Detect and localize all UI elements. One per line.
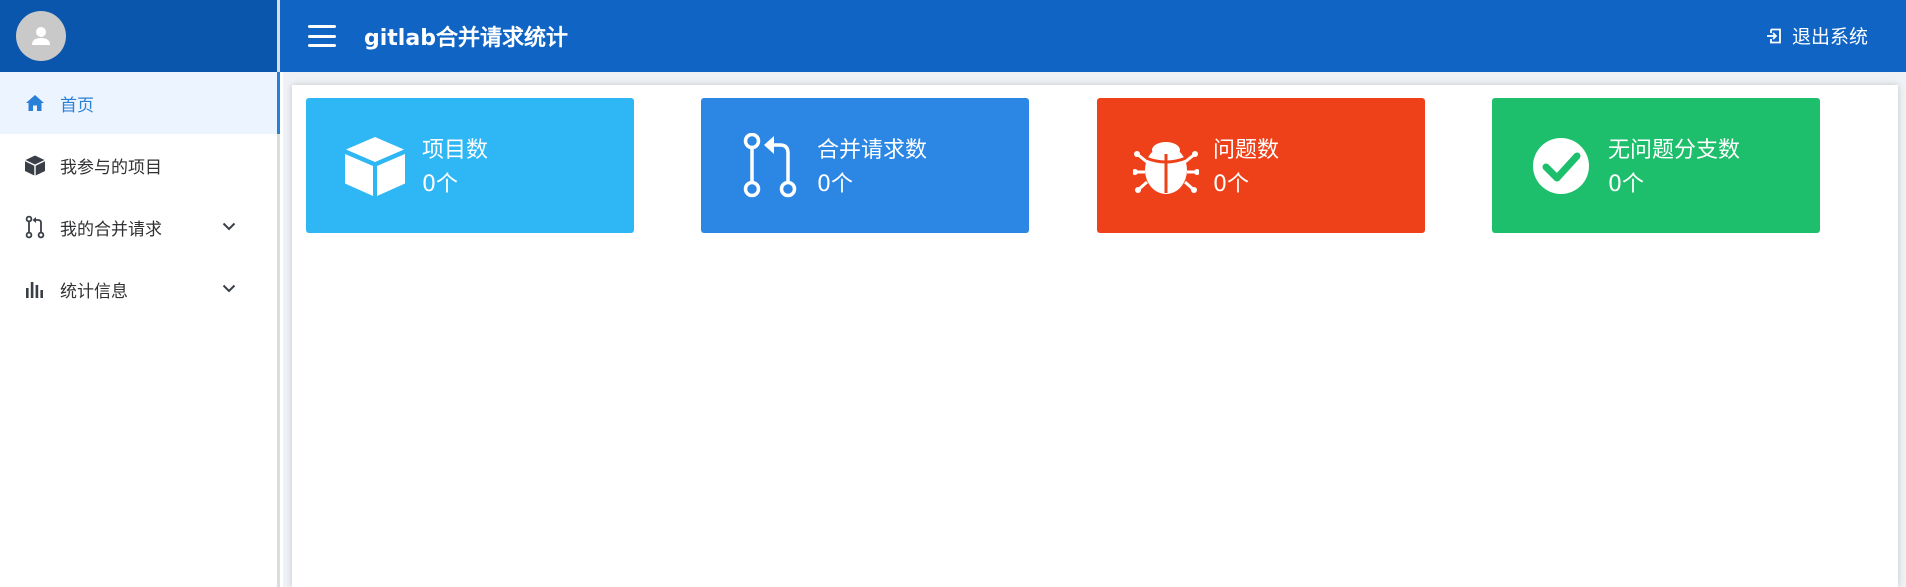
- stat-card-projects[interactable]: 项目数 0个: [306, 98, 634, 233]
- chevron-down-icon[interactable]: [221, 218, 237, 234]
- card-value: 0个: [817, 172, 853, 197]
- sidebar-item-label: 统计信息: [60, 281, 128, 302]
- merge-request-icon: [24, 215, 46, 239]
- logout-icon: [1766, 28, 1781, 43]
- chevron-down-icon[interactable]: [221, 280, 237, 296]
- bar-chart-icon: [24, 278, 46, 300]
- card-value: 0个: [1213, 172, 1249, 197]
- card-label: 问题数: [1213, 138, 1280, 163]
- top-header: gitlab合并请求统计 退出系统: [280, 0, 1906, 72]
- user-icon: [32, 27, 50, 45]
- bug-icon: [1131, 131, 1201, 201]
- card-value: 0个: [1608, 172, 1644, 197]
- stat-card-issues[interactable]: 问题数 0个: [1097, 98, 1425, 233]
- sidebar-item-statistics[interactable]: 统计信息: [0, 258, 277, 320]
- cube-icon: [24, 154, 46, 176]
- stat-card-merge-requests[interactable]: 合并请求数 0个: [701, 98, 1029, 233]
- sidebar-item-my-merge-requests[interactable]: 我的合并请求: [0, 196, 277, 258]
- main-content: 项目数 0个 合并请求数 0个 问题数 0个 无问题分支数 0个: [292, 85, 1898, 587]
- card-label: 合并请求数: [817, 138, 928, 163]
- sidebar-item-label: 首页: [60, 95, 94, 116]
- logout-label: 退出系统: [1791, 26, 1868, 48]
- card-value: 0个: [422, 172, 458, 197]
- sidebar: 首页 我参与的项目 我的合并请求 统计信息: [0, 0, 280, 587]
- sidebar-item-label: 我的合并请求: [60, 219, 162, 240]
- logout-button[interactable]: 退出系统: [1766, 22, 1868, 49]
- app-title: gitlab合并请求统计: [364, 26, 568, 51]
- cube-icon: [340, 131, 410, 201]
- check-circle-icon: [1526, 131, 1596, 201]
- sidebar-item-home[interactable]: 首页: [0, 72, 280, 134]
- sidebar-item-label: 我参与的项目: [60, 157, 162, 178]
- merge-request-icon: [735, 131, 805, 201]
- menu-toggle-icon[interactable]: [308, 25, 336, 47]
- stat-card-clean-branches[interactable]: 无问题分支数 0个: [1492, 98, 1820, 233]
- sidebar-header: [0, 0, 277, 72]
- home-icon: [24, 92, 46, 114]
- card-label: 无问题分支数: [1608, 138, 1741, 163]
- sidebar-item-my-projects[interactable]: 我参与的项目: [0, 134, 277, 196]
- card-label: 项目数: [422, 138, 489, 163]
- avatar[interactable]: [16, 11, 66, 61]
